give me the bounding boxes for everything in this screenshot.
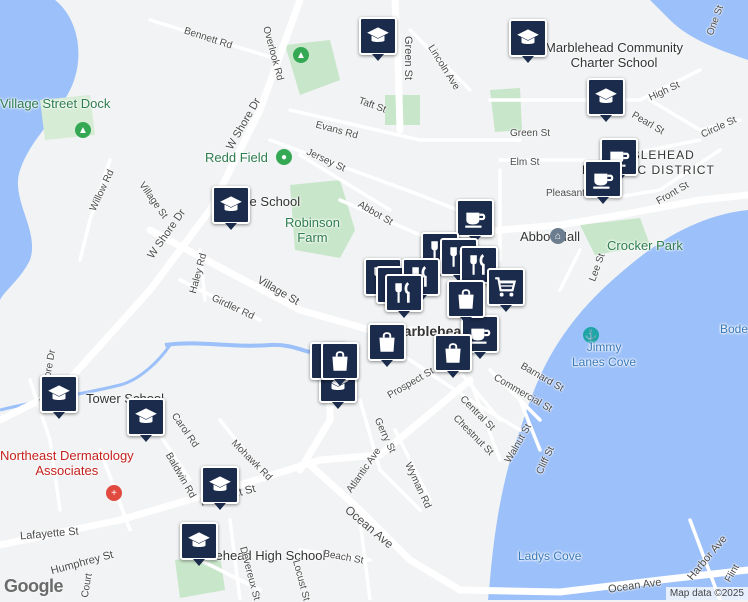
shopping-marker[interactable]: [368, 323, 406, 367]
water-west: [0, 0, 79, 300]
school-marker[interactable]: [180, 522, 218, 566]
place-bode: Bode: [720, 322, 748, 336]
school-icon: [135, 408, 157, 423]
shopping-bag-icon: [458, 289, 474, 309]
school-marker[interactable]: [587, 78, 625, 122]
cart-icon: [495, 277, 517, 297]
restaurant-icon: [395, 282, 410, 303]
school-icon: [48, 385, 70, 400]
school-icon: [188, 532, 210, 547]
coffee-marker[interactable]: [584, 160, 622, 204]
school-icon: [220, 196, 242, 211]
school-marker[interactable]: [359, 17, 397, 61]
map-attribution: Map data ©2025: [665, 587, 748, 600]
map-canvas[interactable]: [0, 0, 748, 600]
google-logo: Google: [4, 576, 64, 596]
shopping-marker[interactable]: [447, 280, 485, 324]
place-ladys-cove: Ladys Cove: [518, 549, 582, 563]
place-northeast-dermatology: Northeast Dermatology Associates: [0, 448, 134, 478]
grocery-marker[interactable]: [487, 268, 525, 312]
street-label: Green St: [402, 35, 415, 81]
school-marker[interactable]: [201, 466, 239, 510]
place-redd-field: Redd Field: [205, 150, 268, 165]
shopping-bag-icon: [445, 343, 461, 363]
landmark-icon: ⌂: [550, 228, 566, 244]
shopping-marker[interactable]: [321, 342, 359, 386]
street-label: Elm St: [510, 157, 540, 168]
place-crocker-park: Crocker Park: [607, 238, 683, 253]
place-village-street-dock: Village Street Dock: [0, 96, 111, 111]
school-marker[interactable]: [40, 375, 78, 419]
park-east: [490, 88, 522, 132]
street-label: Green St: [510, 128, 551, 139]
coffee-marker[interactable]: [456, 199, 494, 243]
restaurant-marker[interactable]: [385, 274, 423, 318]
school-icon: [595, 88, 617, 103]
school-icon: [517, 29, 539, 44]
coffee-icon: [593, 173, 614, 189]
place-robinson-farm: Robinson Farm: [285, 215, 340, 245]
park-icon: ▲: [293, 47, 309, 63]
park-icon: ●: [276, 149, 292, 165]
school-icon: [209, 476, 231, 491]
coffee-icon: [465, 212, 486, 228]
park-icon: ▲: [75, 122, 91, 138]
school-marker[interactable]: [127, 398, 165, 442]
place-jimmy-lanes-cove: Jimmy Lanes Cove: [572, 340, 637, 369]
shopping-marker[interactable]: [434, 334, 472, 378]
school-icon: [367, 27, 389, 42]
shopping-bag-icon: [332, 351, 348, 371]
place-marblehead-charter-school: Marblehead Community Charter School: [545, 40, 684, 70]
school-marker[interactable]: [509, 19, 547, 63]
shopping-bag-icon: [379, 332, 395, 352]
school-marker[interactable]: [212, 186, 250, 230]
water-channel: [164, 341, 311, 354]
medical-icon: +: [106, 485, 122, 501]
park-north: [285, 40, 340, 95]
